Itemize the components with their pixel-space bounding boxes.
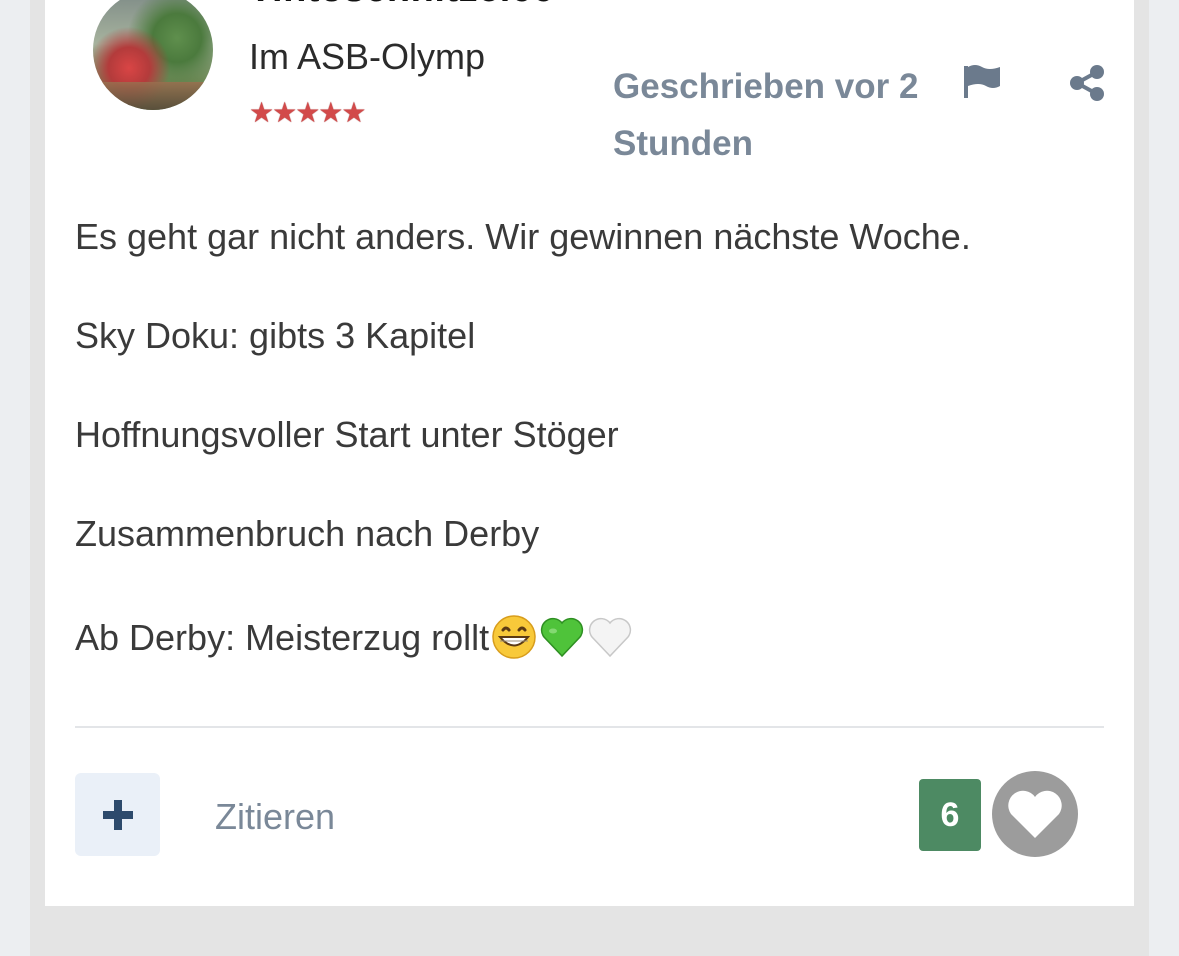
share-icon[interactable] xyxy=(1068,64,1106,102)
content-divider xyxy=(75,726,1104,728)
post-date[interactable]: Geschrieben vor 2 Stunden xyxy=(613,58,933,172)
reaction-count-badge[interactable]: 6 xyxy=(919,779,981,851)
post-line: Sky Doku: gibts 3 Kapitel xyxy=(75,315,476,356)
author-name[interactable]: Tintoschnitzel66 xyxy=(249,0,554,11)
flag-icon[interactable] xyxy=(962,64,1004,100)
multiquote-add-button[interactable] xyxy=(75,773,160,856)
quote-button[interactable]: Zitieren xyxy=(215,796,335,838)
plus-icon xyxy=(102,799,133,830)
green-heart-emoji-icon xyxy=(541,617,584,658)
page: Tintoschnitzel66 Im ASB-Olymp ★★★★★ Gesc… xyxy=(0,0,1179,956)
forum-post: Tintoschnitzel66 Im ASB-Olymp ★★★★★ Gesc… xyxy=(45,0,1134,906)
grinning-face-emoji-icon xyxy=(492,615,536,659)
post-line: Zusammenbruch nach Derby xyxy=(75,513,540,554)
post-content: Es geht gar nicht anders. Wir gewinnen n… xyxy=(75,218,1105,722)
author-rank-stars: ★★★★★ xyxy=(249,97,367,128)
avatar-stadium-graphic xyxy=(93,82,213,110)
post-line: Es geht gar nicht anders. Wir gewinnen n… xyxy=(75,216,971,257)
post-line-with-emojis: Ab Derby: Meisterzug rollt xyxy=(75,614,1105,660)
heart-icon xyxy=(1008,790,1062,838)
author-rank: Im ASB-Olymp xyxy=(249,36,486,77)
like-button[interactable] xyxy=(992,771,1078,857)
white-heart-emoji-icon xyxy=(589,617,632,658)
post-line: Ab Derby: Meisterzug rollt xyxy=(75,617,490,658)
author-avatar[interactable] xyxy=(93,0,213,110)
post-line: Hoffnungsvoller Start unter Stöger xyxy=(75,414,619,455)
